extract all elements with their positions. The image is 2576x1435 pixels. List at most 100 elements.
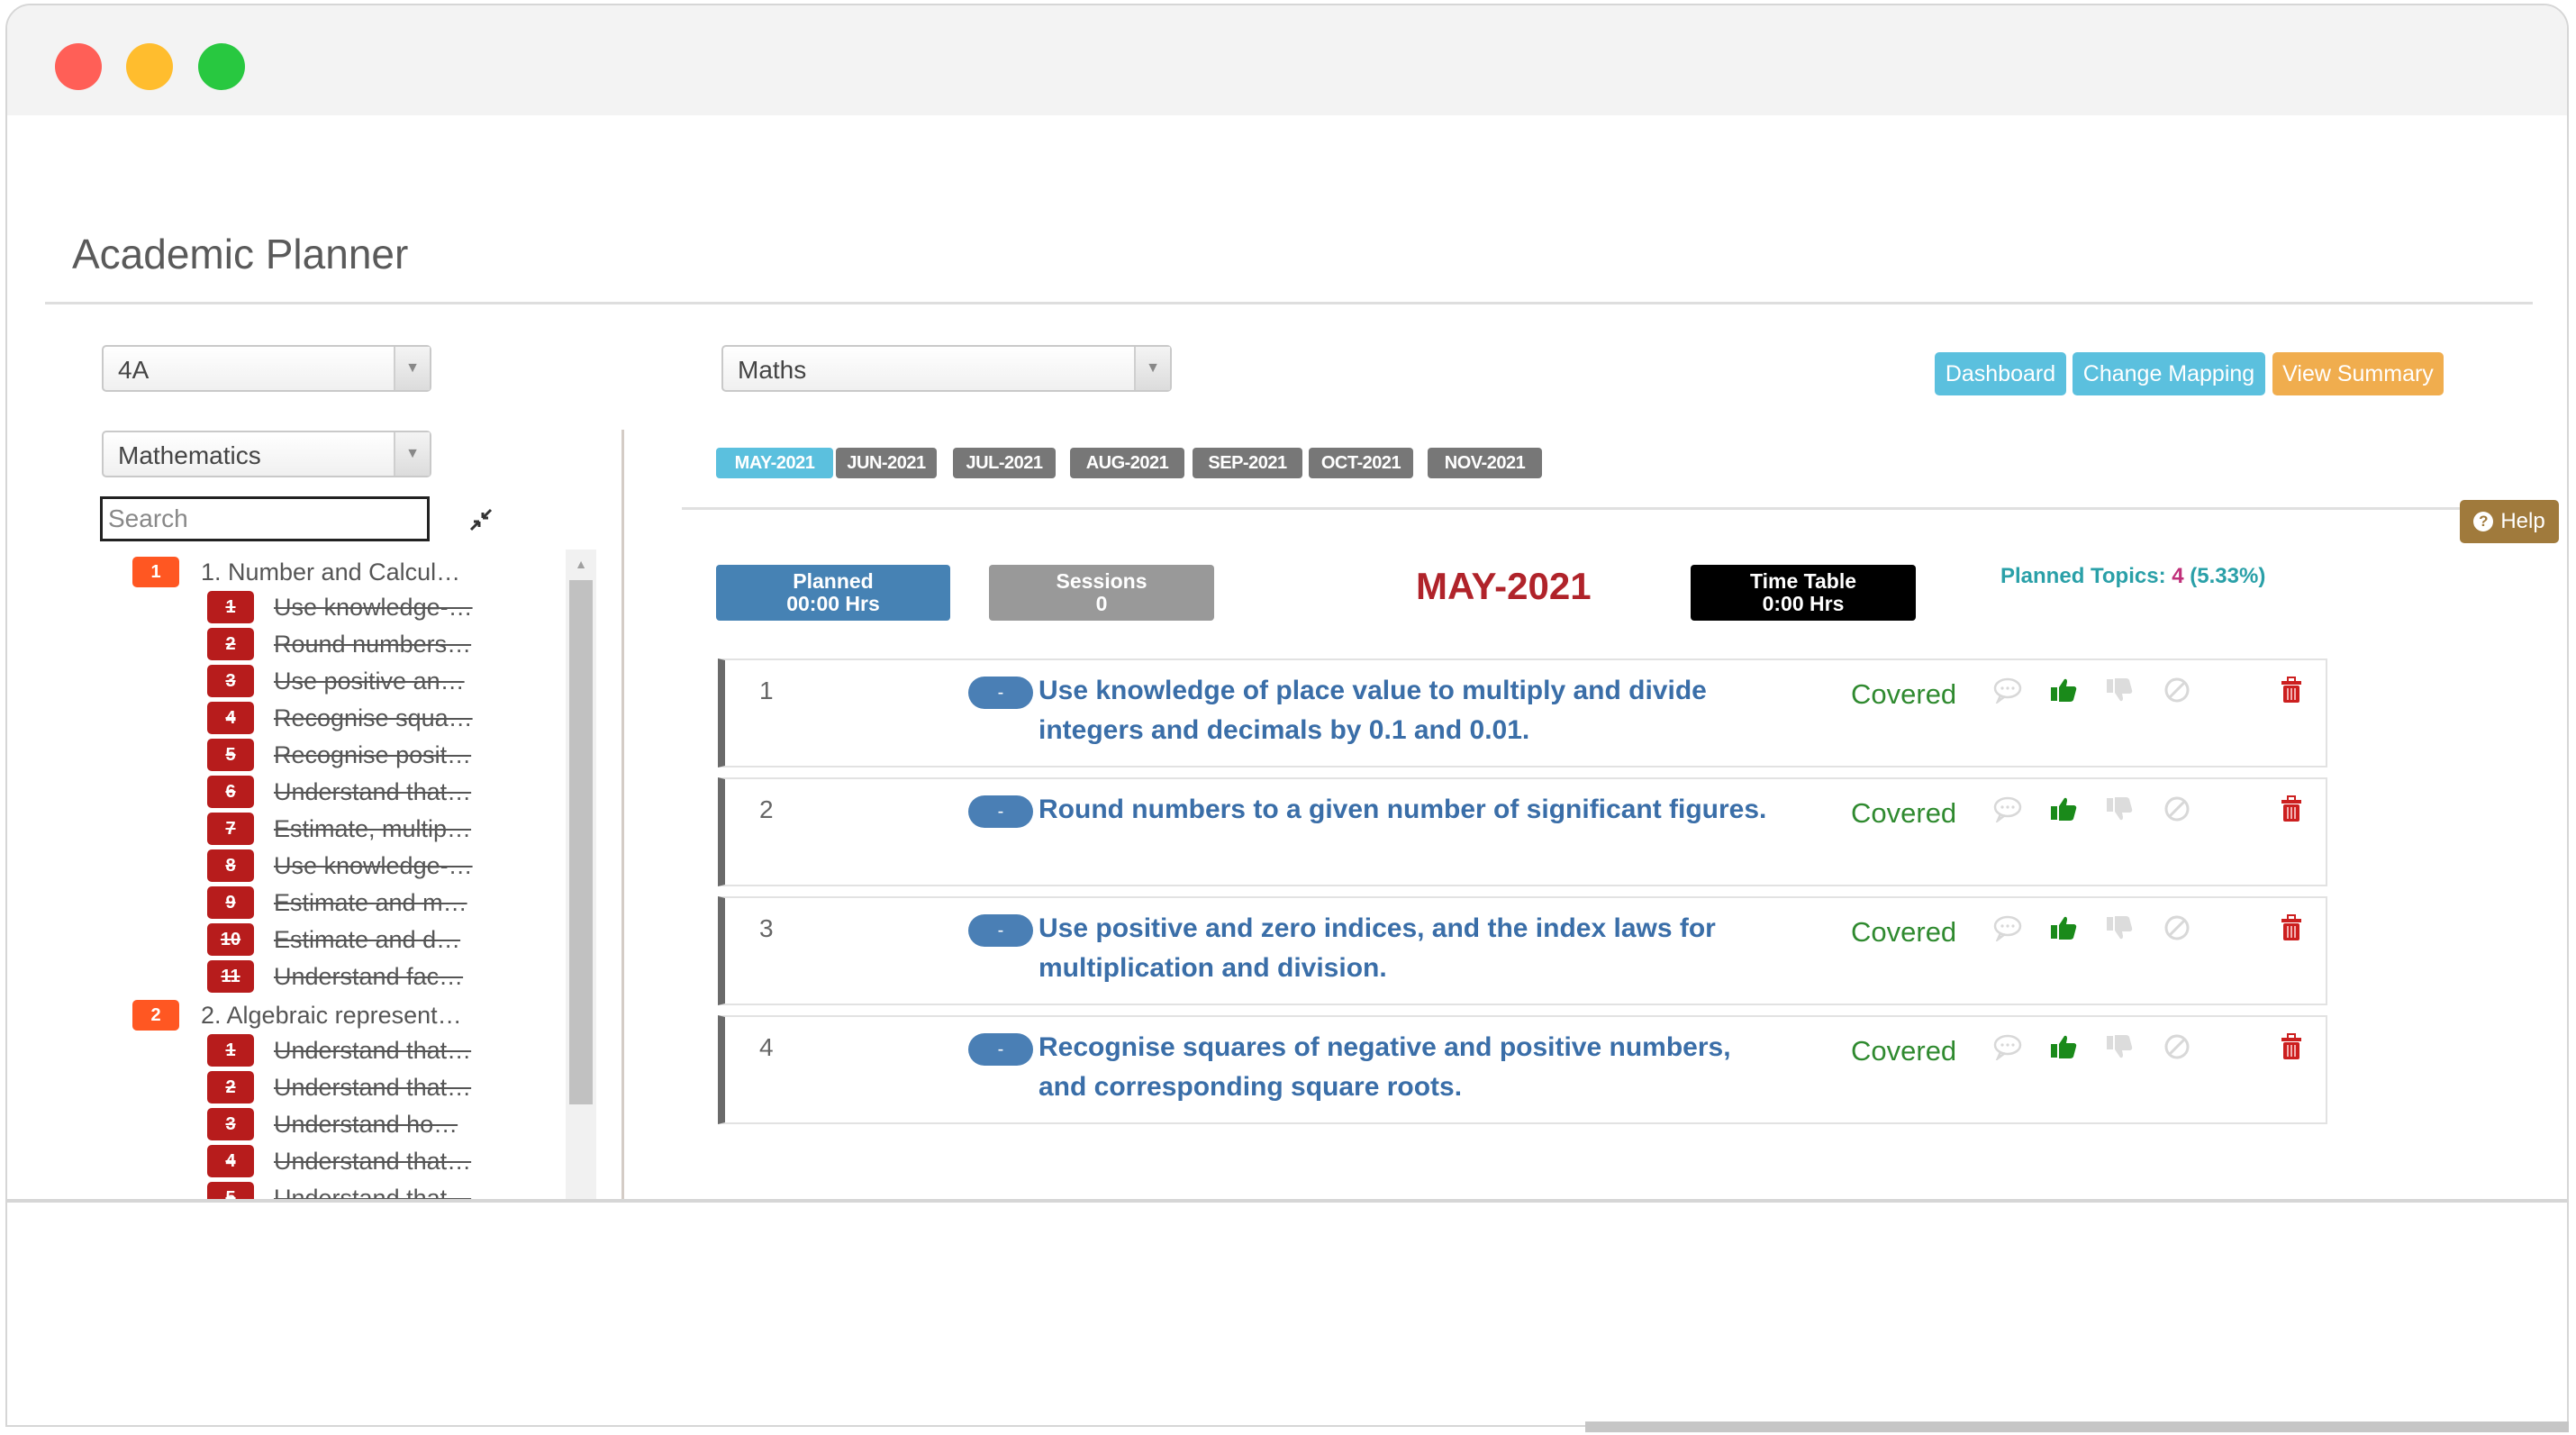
topic-row: 4 - Recognise squares of negative and posi… <box>718 1015 2327 1124</box>
compress-icon[interactable] <box>467 506 494 540</box>
comment-icon[interactable] <box>1992 914 2023 949</box>
tree-item[interactable]: 2 Understand that… <box>207 1071 471 1103</box>
trash-icon[interactable] <box>2280 914 2303 949</box>
tree-item[interactable]: 8 Use knowledge-… <box>207 849 473 882</box>
current-month-heading: MAY-2021 <box>1416 565 1592 607</box>
planned-label: Planned <box>793 569 874 593</box>
tree-item[interactable]: 5 Understand that… <box>207 1182 471 1200</box>
subject-select[interactable]: Mathematics ▼ <box>102 431 431 477</box>
tree-item[interactable]: 1 Understand that… <box>207 1034 471 1067</box>
chevron-down-icon: ▼ <box>1134 347 1170 390</box>
ban-icon[interactable] <box>2163 677 2191 711</box>
help-label: Help <box>2500 509 2545 533</box>
item-badge: 1 <box>207 591 254 623</box>
tab-month-oct-2021[interactable]: OCT-2021 <box>1309 448 1413 478</box>
item-badge: 11 <box>207 960 254 993</box>
comment-icon[interactable] <box>1992 1033 2023 1067</box>
tree-item[interactable]: 3 Use positive an… <box>207 665 465 697</box>
dashboard-button[interactable]: Dashboard <box>1935 352 2066 395</box>
tab-month-nov-2021[interactable]: NOV-2021 <box>1428 448 1542 478</box>
topic-number: 2 <box>759 795 774 823</box>
toggle-pill-button[interactable]: - <box>968 677 1033 709</box>
scroll-up-arrow-icon[interactable]: ▲ <box>566 557 596 571</box>
tab-month-may-2021[interactable]: MAY-2021 <box>716 448 833 478</box>
thumbs-up-icon[interactable] <box>2049 1033 2078 1067</box>
group-badge: 2 <box>132 1000 179 1031</box>
close-window-button[interactable] <box>55 43 102 90</box>
curriculum-select[interactable]: Maths ▼ <box>721 345 1172 392</box>
status-label: Covered <box>1851 678 1957 710</box>
sessions-label: Sessions <box>1056 569 1147 593</box>
view-summary-button[interactable]: View Summary <box>2272 352 2444 395</box>
tree-item[interactable]: 5 Recognise posit… <box>207 739 471 771</box>
ban-icon[interactable] <box>2163 1033 2191 1067</box>
tree-item[interactable]: 2 Round numbers… <box>207 628 471 660</box>
thumbs-down-icon[interactable] <box>2105 1033 2134 1067</box>
comment-icon[interactable] <box>1992 677 2023 711</box>
tab-month-aug-2021[interactable]: AUG-2021 <box>1070 448 1184 478</box>
tree-item[interactable]: 10 Estimate and d… <box>207 923 460 956</box>
search-input[interactable] <box>100 496 430 541</box>
tab-month-jul-2021[interactable]: JUL-2021 <box>953 448 1056 478</box>
help-button[interactable]: ? Help <box>2460 500 2559 543</box>
tree-item[interactable]: 6 Understand that… <box>207 776 471 808</box>
status-label: Covered <box>1851 797 1957 829</box>
timetable-box: Time Table 0:00 Hrs <box>1691 565 1916 621</box>
planned-topics-label: Planned Topics: <box>2000 564 2166 588</box>
scrollbar-thumb[interactable] <box>569 580 593 1104</box>
tab-month-jun-2021[interactable]: JUN-2021 <box>836 448 937 478</box>
status-label: Covered <box>1851 916 1957 948</box>
thumbs-up-icon[interactable] <box>2049 677 2078 711</box>
topic-title: Use knowledge of place value to multiply… <box>1039 676 1707 745</box>
trash-icon[interactable] <box>2280 795 2303 830</box>
tree-group[interactable]: 2 2. Algebraic represent… <box>132 999 462 1031</box>
item-badge: 10 <box>207 923 254 956</box>
panel-divider <box>621 430 624 1200</box>
item-label: Understand fac… <box>274 962 464 990</box>
tab-month-sep-2021[interactable]: SEP-2021 <box>1193 448 1302 478</box>
class-select[interactable]: 4A ▼ <box>102 345 431 392</box>
item-label: Use knowledge-… <box>274 593 473 621</box>
planned-topics-summary: Planned Topics: 4 (5.33%) <box>2000 564 2265 589</box>
thumbs-down-icon[interactable] <box>2105 795 2134 830</box>
thumbs-down-icon[interactable] <box>2105 677 2134 711</box>
item-badge: 8 <box>207 849 254 882</box>
tree-item[interactable]: 4 Understand that… <box>207 1145 471 1177</box>
tree-item[interactable]: 1 Use knowledge-… <box>207 591 473 623</box>
tree-group[interactable]: 1 1. Number and Calcul… <box>132 556 460 588</box>
tree-item[interactable]: 3 Understand ho… <box>207 1108 458 1140</box>
maximize-window-button[interactable] <box>198 43 245 90</box>
minimize-window-button[interactable] <box>126 43 173 90</box>
toggle-pill-button[interactable]: - <box>968 914 1033 947</box>
comment-icon[interactable] <box>1992 795 2023 830</box>
topic-title: Use positive and zero indices, and the i… <box>1039 913 1716 983</box>
trash-icon[interactable] <box>2280 677 2303 711</box>
tree-item[interactable]: 9 Estimate and m… <box>207 886 467 919</box>
item-label: Understand that… <box>274 1036 472 1064</box>
toggle-pill-button[interactable]: - <box>968 795 1033 828</box>
ban-icon[interactable] <box>2163 914 2191 949</box>
item-badge: 3 <box>207 665 254 697</box>
item-badge: 5 <box>207 739 254 771</box>
thumbs-down-icon[interactable] <box>2105 914 2134 949</box>
planned-topics-percent: (5.33%) <box>2190 564 2266 588</box>
thumbs-up-icon[interactable] <box>2049 795 2078 830</box>
group-label: 2. Algebraic represent… <box>201 1001 462 1029</box>
topic-number: 3 <box>759 914 774 942</box>
topic-tree: 1 1. Number and Calcul… 1 Use knowledge-… 2 R… <box>0 549 566 1200</box>
group-label: 1. Number and Calcul… <box>201 558 461 586</box>
item-label: Recognise posit… <box>274 740 472 768</box>
thumbs-up-icon[interactable] <box>2049 914 2078 949</box>
tree-scrollbar[interactable]: ▲ <box>566 549 596 1200</box>
ban-icon[interactable] <box>2163 795 2191 830</box>
horizontal-scrollbar[interactable] <box>1585 1421 2569 1432</box>
item-badge: 2 <box>207 628 254 660</box>
tree-item[interactable]: 4 Recognise squa… <box>207 702 473 734</box>
change-mapping-button[interactable]: Change Mapping <box>2073 352 2265 395</box>
tree-item[interactable]: 7 Estimate, multip… <box>207 813 471 845</box>
trash-icon[interactable] <box>2280 1033 2303 1067</box>
tree-item[interactable]: 11 Understand fac… <box>207 960 463 993</box>
item-label: Round numbers… <box>274 630 472 658</box>
toggle-pill-button[interactable]: - <box>968 1033 1033 1066</box>
topic-title: Recognise squares of negative and positi… <box>1039 1032 1731 1102</box>
